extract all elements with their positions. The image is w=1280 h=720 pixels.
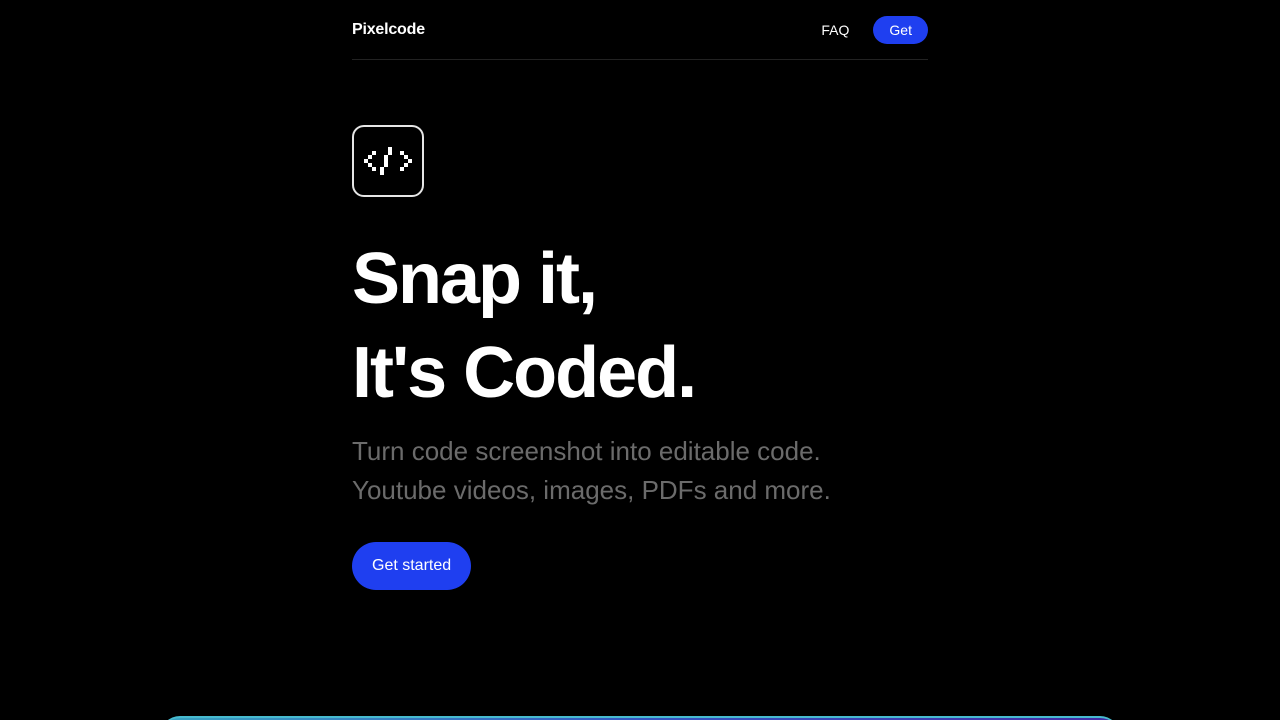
- subtitle-line-2: Youtube videos, images, PDFs and more.: [352, 475, 831, 505]
- brand-logo-text[interactable]: Pixelcode: [352, 21, 425, 39]
- headline-line-1: Snap it,: [352, 239, 598, 319]
- landing-page: Pixelcode FAQ Get Snap it, It's Coded. T…: [0, 0, 1280, 720]
- code-brackets-icon: [364, 147, 412, 175]
- subtitle-line-1: Turn code screenshot into editable code.: [352, 436, 821, 466]
- nav-actions: FAQ Get: [821, 15, 928, 44]
- headline-line-2: It's Coded.: [352, 333, 697, 413]
- main-container: Pixelcode FAQ Get Snap it, It's Coded. T…: [352, 0, 928, 590]
- app-logo: [352, 125, 424, 197]
- faq-link[interactable]: FAQ: [821, 22, 849, 38]
- hero-subtitle: Turn code screenshot into editable code.…: [352, 432, 831, 510]
- hero-headline: Snap it, It's Coded.: [352, 232, 697, 420]
- get-button[interactable]: Get: [873, 15, 928, 44]
- preview-panel-edge: [160, 716, 1120, 720]
- top-nav: Pixelcode FAQ Get: [352, 0, 928, 60]
- get-started-button[interactable]: Get started: [352, 542, 472, 590]
